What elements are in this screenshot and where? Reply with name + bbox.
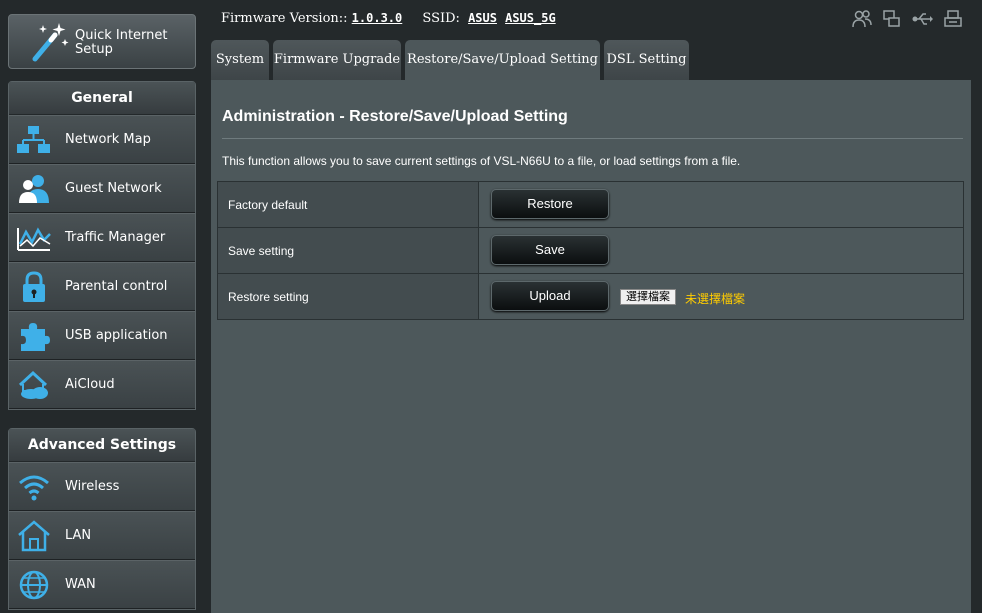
lock-icon: [23, 271, 45, 302]
file-status-text: 未選擇檔案: [685, 292, 746, 306]
nav-item-label: WAN: [65, 577, 96, 592]
upload-button[interactable]: Upload: [491, 281, 609, 311]
cloud-home-icon: [18, 370, 48, 399]
ssid-link-2g[interactable]: ASUS: [468, 11, 497, 25]
general-menu: General Network Map Guest Network Traffi…: [8, 81, 196, 410]
table-row-factory-default: Factory default Restore: [218, 182, 963, 228]
nav-item-aicloud[interactable]: AiCloud: [9, 360, 195, 409]
ssid-label: SSID:: [422, 11, 460, 26]
table-row-save-setting: Save setting Save: [218, 228, 963, 274]
network-map-icon: [17, 126, 50, 153]
tab-label: Firmware Upgrade: [273, 52, 401, 67]
title-divider: [222, 138, 963, 139]
quick-internet-setup-button[interactable]: Quick Internet Setup: [8, 14, 196, 69]
row-label: Restore setting: [228, 290, 309, 304]
nav-item-label: Wireless: [65, 479, 120, 494]
advanced-settings-title: Advanced Settings: [9, 429, 195, 462]
home-icon: [18, 520, 50, 552]
page-title: Administration - Restore/Save/Upload Set…: [222, 108, 568, 125]
tab-dsl-setting[interactable]: DSL Setting: [604, 40, 689, 80]
tab-label: Restore/Save/Upload Setting: [407, 52, 598, 67]
general-menu-title: General: [9, 82, 195, 115]
row-label: Factory default: [228, 198, 308, 212]
quick-internet-setup-label: Quick Internet Setup: [75, 28, 168, 57]
tab-system[interactable]: System: [211, 40, 269, 80]
nav-item-wan[interactable]: WAN: [9, 560, 195, 609]
nav-item-traffic-manager[interactable]: Traffic Manager: [9, 213, 195, 262]
nav-item-label: Parental control: [65, 279, 168, 294]
settings-table: Factory default Restore Save setting Sav…: [217, 181, 964, 320]
guest-network-icon: [19, 175, 49, 203]
row-label: Save setting: [228, 244, 295, 258]
globe-icon: [19, 570, 49, 600]
firmware-label: Firmware Version::: [221, 11, 348, 26]
nav-item-label: LAN: [65, 528, 92, 543]
tab-restore-save-upload[interactable]: Restore/Save/Upload Setting: [405, 40, 600, 80]
printer-icon[interactable]: [944, 10, 962, 33]
restore-button[interactable]: Restore: [491, 189, 609, 219]
choose-file-button[interactable]: 選擇檔案: [620, 289, 676, 305]
puzzle-icon: [21, 323, 50, 351]
nav-item-label: Guest Network: [65, 181, 162, 196]
nav-item-label: Network Map: [65, 132, 151, 147]
nav-item-label: USB application: [65, 328, 168, 343]
traffic-manager-icon: [17, 227, 51, 251]
tab-firmware-upgrade[interactable]: Firmware Upgrade: [273, 40, 401, 80]
nav-item-lan[interactable]: LAN: [9, 511, 195, 560]
wifi-icon: [19, 475, 49, 501]
firmware-version-link[interactable]: 1.0.3.0: [352, 11, 403, 25]
nav-item-network-map[interactable]: Network Map: [9, 115, 195, 164]
nav-item-usb-application[interactable]: USB application: [9, 311, 195, 360]
magic-wand-icon: [32, 23, 69, 62]
windows-icon[interactable]: [883, 10, 901, 33]
tab-label: System: [215, 52, 265, 67]
table-row-restore-setting: Restore setting Upload 選擇檔案 未選擇檔案: [218, 274, 963, 319]
advanced-settings-menu: Advanced Settings Wireless LAN WAN: [8, 428, 196, 610]
page-description: This function allows you to save current…: [222, 154, 741, 168]
firmware-info: Firmware Version:: 1.0.3.0 SSID: ASUS AS…: [221, 11, 556, 26]
nav-item-label: AiCloud: [65, 377, 115, 392]
nav-item-label: Traffic Manager: [65, 230, 166, 245]
main-content: Administration - Restore/Save/Upload Set…: [211, 80, 971, 613]
nav-item-guest-network[interactable]: Guest Network: [9, 164, 195, 213]
nav-item-wireless[interactable]: Wireless: [9, 462, 195, 511]
usb-icon[interactable]: [912, 10, 934, 33]
users-icon[interactable]: [852, 10, 872, 33]
nav-item-parental-control[interactable]: Parental control: [9, 262, 195, 311]
tab-label: DSL Setting: [606, 52, 687, 67]
save-button[interactable]: Save: [491, 235, 609, 265]
ssid-link-5g[interactable]: ASUS_5G: [505, 11, 556, 25]
